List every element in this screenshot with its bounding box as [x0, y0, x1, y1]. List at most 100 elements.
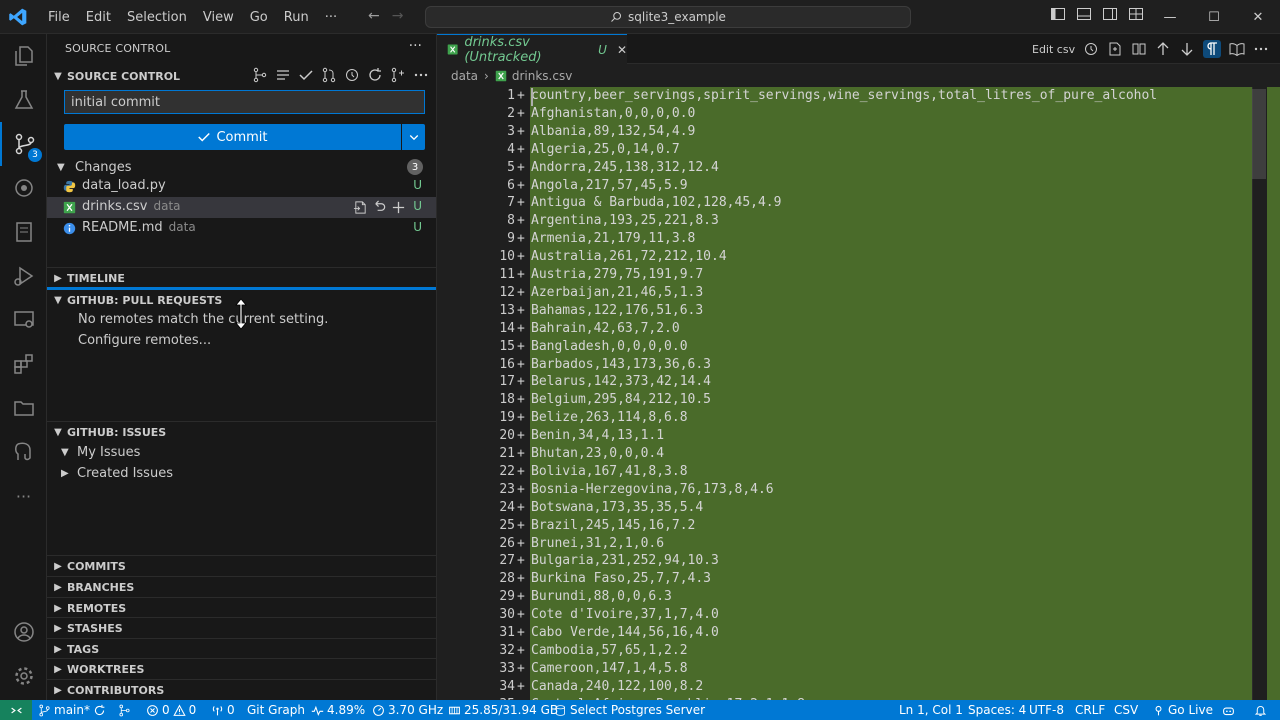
edit-csv-button[interactable]: Edit csv — [1032, 43, 1075, 56]
changes-group-header[interactable]: ▼ Changes 3 — [57, 156, 427, 178]
folder-activity[interactable] — [0, 386, 47, 430]
postgres-server-status[interactable]: Select Postgres Server — [554, 700, 705, 720]
cpu-status[interactable]: 4.89% — [311, 700, 365, 720]
my-issues-item[interactable]: ▼ My Issues — [61, 445, 140, 460]
menu-file[interactable]: File — [40, 10, 78, 25]
commit-message-input[interactable] — [64, 90, 425, 114]
view-as-tree-icon[interactable] — [275, 67, 291, 83]
command-center-search[interactable]: sqlite3_example — [425, 6, 911, 28]
explorer-activity[interactable] — [0, 34, 47, 78]
menu-go[interactable]: Go — [242, 10, 276, 25]
branch-status[interactable]: main* — [38, 700, 106, 720]
discard-changes-icon[interactable] — [372, 200, 387, 215]
menu-view[interactable]: View — [195, 10, 242, 25]
check-icon[interactable] — [298, 67, 314, 83]
code-editor[interactable]: 1 + country,beer_servings,spirit_servings,… — [437, 87, 1280, 700]
more-actions-icon[interactable] — [413, 67, 429, 83]
commits-section-header[interactable]: ▶ COMMITS — [47, 555, 436, 577]
issues-section-header[interactable]: ▼ GITHUB: ISSUES — [47, 421, 436, 443]
ports-status[interactable]: 0 — [211, 700, 235, 720]
stashes-section-header[interactable]: ▶ STASHES — [47, 617, 436, 639]
breadcrumb-file[interactable]: drinks.csv — [512, 69, 572, 83]
cursor-position-status[interactable]: Ln 1, Col 1 — [899, 700, 963, 720]
cpu-frequency-status[interactable]: 3.70 GHz — [372, 700, 443, 720]
database-activity[interactable] — [0, 430, 47, 474]
previous-change-arrow-up-icon[interactable] — [1155, 41, 1171, 57]
tags-section-header[interactable]: ▶ TAGS — [47, 638, 436, 660]
scrollbar-thumb[interactable] — [1252, 89, 1266, 179]
commit-button[interactable]: Commit — [64, 124, 401, 150]
testing-activity[interactable] — [0, 78, 47, 122]
back-arrow-icon[interactable]: ← — [368, 8, 380, 24]
branches-section-header[interactable]: ▶ BRANCHES — [47, 576, 436, 598]
sync-icon[interactable] — [93, 704, 106, 717]
open-changes-icon[interactable] — [1107, 41, 1123, 57]
git-graph-icon[interactable] — [252, 67, 268, 83]
toggle-panel-icon[interactable] — [1076, 6, 1092, 22]
copilot-status[interactable] — [1222, 700, 1235, 720]
created-issues-item[interactable]: ▶ Created Issues — [61, 466, 173, 481]
timeline-section-header[interactable]: ▶ TIMELINE — [47, 267, 436, 289]
breadcrumb-folder[interactable]: data — [451, 69, 478, 83]
history-icon[interactable] — [344, 67, 360, 83]
added-line-marker: + — [517, 410, 525, 426]
minimize-button[interactable]: — — [1150, 0, 1190, 34]
compare-files-icon[interactable] — [1131, 41, 1147, 57]
close-window-button[interactable]: ✕ — [1238, 0, 1278, 34]
minimap-overview[interactable] — [1267, 87, 1280, 700]
stage-changes-plus-icon[interactable] — [391, 200, 406, 215]
changed-file-row[interactable]: README.md data U — [47, 218, 436, 239]
timeline-history-icon[interactable] — [1083, 41, 1099, 57]
forward-arrow-icon[interactable]: → — [392, 8, 404, 24]
toggle-secondary-sidebar-icon[interactable] — [1102, 6, 1118, 22]
next-change-arrow-down-icon[interactable] — [1179, 41, 1195, 57]
manage-activity[interactable] — [0, 654, 47, 698]
contributors-section-header[interactable]: ▶ CONTRIBUTORS — [47, 679, 436, 701]
source-control-activity[interactable]: 3 — [0, 122, 47, 166]
remote-indicator[interactable] — [0, 700, 32, 720]
refresh-icon[interactable] — [367, 67, 383, 83]
close-icon[interactable]: ✕ — [617, 43, 627, 57]
extensions-activity[interactable] — [0, 342, 47, 386]
code-line: 33 + Cameroon,147,1,4,5.8 — [437, 660, 1252, 678]
line-number: 2 — [507, 105, 515, 121]
menu-run[interactable]: Run — [276, 10, 317, 25]
customize-layout-icon[interactable] — [1128, 6, 1144, 22]
worktrees-section-header[interactable]: ▶ WORKTREES — [47, 658, 436, 680]
indentation-status[interactable]: Spaces: 4 — [968, 700, 1026, 720]
changed-file-row[interactable]: drinks.csv data U — [47, 197, 436, 218]
open-file-icon[interactable] — [353, 200, 368, 215]
more-actions-icon[interactable] — [1253, 41, 1269, 57]
run-debug-activity[interactable] — [0, 254, 47, 298]
menu-more[interactable]: ··· — [317, 10, 345, 25]
notebook-activity[interactable] — [0, 210, 47, 254]
remotes-section-header[interactable]: ▶ REMOTES — [47, 597, 436, 619]
branch-compare-icon[interactable] — [390, 67, 406, 83]
git-graph-status[interactable]: Git Graph — [247, 700, 305, 720]
open-preview-book-icon[interactable] — [1229, 41, 1245, 57]
encoding-status[interactable]: UTF-8 — [1029, 700, 1064, 720]
notifications-status[interactable] — [1254, 700, 1267, 720]
toggle-primary-sidebar-icon[interactable] — [1050, 6, 1066, 22]
go-live-status[interactable]: Go Live — [1152, 700, 1213, 720]
git-graph-status-icon[interactable] — [118, 700, 131, 720]
maximize-button[interactable]: ☐ — [1194, 0, 1234, 34]
language-mode-status[interactable]: CSV — [1114, 700, 1138, 720]
commit-dropdown-button[interactable] — [402, 124, 425, 150]
sidebar-more-button[interactable]: ··· — [409, 38, 422, 54]
menu-edit[interactable]: Edit — [78, 10, 119, 25]
accounts-activity[interactable] — [0, 610, 47, 654]
changed-file-row[interactable]: data_load.py U — [47, 176, 436, 197]
remote-activity[interactable] — [0, 166, 47, 210]
code-line: 19 + Belize,263,114,8,6.8 — [437, 409, 1252, 427]
more-activity[interactable]: ··· — [0, 474, 47, 518]
pull-request-icon[interactable] — [321, 67, 337, 83]
tab-drinks-csv[interactable]: drinks.csv (Untracked) U ✕ — [437, 34, 627, 65]
configure-remotes-link[interactable]: Configure remotes... — [78, 333, 211, 348]
eol-status[interactable]: CRLF — [1075, 700, 1105, 720]
toggle-whitespace-button[interactable] — [1203, 40, 1222, 58]
problems-status[interactable]: 0 0 — [146, 700, 196, 720]
remote-explorer-activity[interactable] — [0, 298, 47, 342]
menu-selection[interactable]: Selection — [119, 10, 195, 25]
memory-status[interactable]: 25.85/31.94 GB — [448, 700, 558, 720]
